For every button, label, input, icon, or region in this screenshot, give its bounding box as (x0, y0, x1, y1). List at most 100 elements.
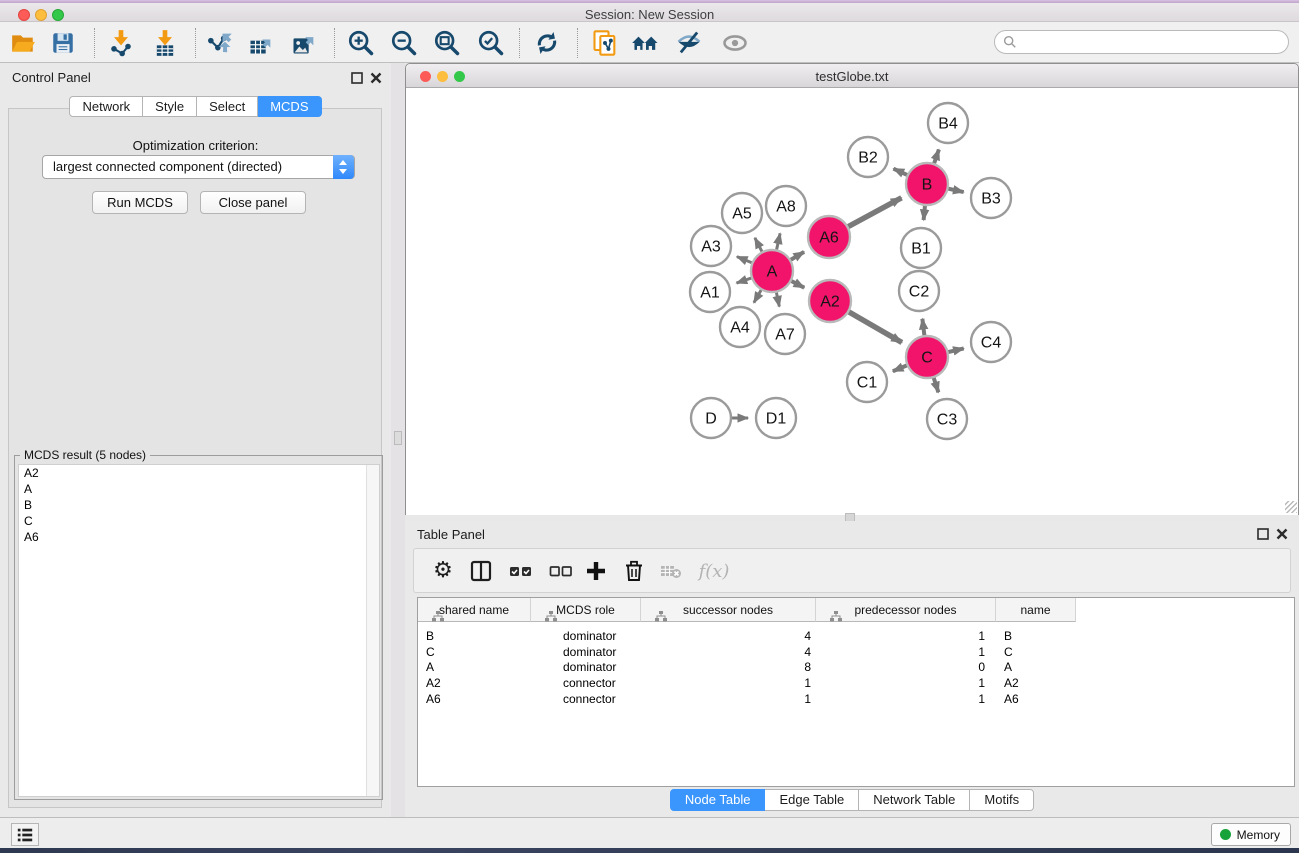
export-image-icon[interactable] (289, 28, 319, 58)
cell-shared-name[interactable]: B (418, 628, 531, 644)
float-panel-icon[interactable] (351, 71, 363, 83)
node-label-B4: B4 (938, 116, 958, 133)
apply-layout-icon[interactable] (532, 28, 562, 58)
column-header-MCDS-role[interactable]: MCDS role (531, 598, 641, 622)
criterion-select[interactable]: largest connected component (directed) (42, 155, 355, 179)
cell-name[interactable]: A6 (996, 691, 1076, 707)
close-table-panel-icon[interactable] (1276, 527, 1288, 539)
tab-node-table[interactable]: Node Table (670, 789, 766, 811)
zoom-selected-icon[interactable] (476, 28, 506, 58)
export-table-icon[interactable] (246, 28, 276, 58)
select-all-icon[interactable] (506, 556, 536, 586)
cell-successor-nodes[interactable]: 4 (641, 628, 816, 644)
result-item[interactable]: A6 (19, 529, 379, 545)
cell-successor-nodes[interactable]: 8 (641, 659, 816, 675)
mcds-result-group: MCDS result (5 nodes) A2ABCA6 (14, 455, 383, 800)
zoom-out-icon[interactable] (389, 28, 419, 58)
result-item[interactable]: A2 (19, 465, 379, 481)
search-field[interactable] (994, 30, 1289, 54)
main-toolbar (0, 22, 1299, 63)
network-canvas[interactable]: B4B2BB3B1C2A5A8A6A3AA1A2A4A7C4CC1C3DD1 (406, 89, 1298, 515)
cell-name[interactable]: B (996, 628, 1076, 644)
float-table-panel-icon[interactable] (1257, 527, 1269, 539)
node-label-D1: D1 (766, 411, 787, 428)
first-neighbors-icon[interactable] (631, 28, 661, 58)
cell-MCDS-role[interactable]: dominator (531, 628, 641, 644)
node-label-A4: A4 (730, 320, 750, 337)
cell-predecessor-nodes[interactable]: 1 (816, 675, 996, 691)
cell-successor-nodes[interactable]: 1 (641, 675, 816, 691)
result-item[interactable]: A (19, 481, 379, 497)
cell-predecessor-nodes[interactable]: 0 (816, 659, 996, 675)
toolbar-separator (519, 28, 520, 58)
export-network-icon[interactable] (204, 28, 234, 58)
cell-predecessor-nodes[interactable]: 1 (816, 628, 996, 644)
tab-motifs[interactable]: Motifs (970, 789, 1034, 811)
result-item[interactable]: C (19, 513, 379, 529)
function-builder-icon[interactable]: f(x) (694, 556, 734, 586)
mcds-result-list[interactable]: A2ABCA6 (18, 464, 380, 797)
column-header-name[interactable]: name (996, 598, 1076, 622)
cell-name[interactable]: A (996, 659, 1076, 675)
cell-shared-name[interactable]: C (418, 644, 531, 660)
cell-MCDS-role[interactable]: connector (531, 691, 641, 707)
search-input[interactable] (1017, 35, 1280, 49)
column-settings-icon[interactable]: ⚙ (428, 556, 458, 586)
result-item[interactable]: B (19, 497, 379, 513)
column-header-predecessor-nodes[interactable]: predecessor nodes (816, 598, 996, 622)
network-window-titlebar[interactable]: testGlobe.txt (406, 64, 1298, 88)
save-session-icon[interactable] (48, 28, 78, 58)
control-panel-title: Control Panel (12, 70, 91, 85)
cell-shared-name[interactable]: A6 (418, 691, 531, 707)
cell-shared-name[interactable]: A (418, 659, 531, 675)
cell-predecessor-nodes[interactable]: 1 (816, 644, 996, 660)
session-title: Session: New Session (0, 7, 1299, 22)
cell-successor-nodes[interactable]: 4 (641, 644, 816, 660)
desktop-edge (0, 848, 1299, 853)
tab-style[interactable]: Style (143, 96, 197, 117)
zoom-fit-icon[interactable] (432, 28, 462, 58)
vertical-splitter[interactable] (391, 63, 405, 817)
tab-select[interactable]: Select (197, 96, 258, 117)
open-session-icon[interactable] (8, 28, 38, 58)
close-panel-button[interactable]: Close panel (200, 191, 306, 214)
hide-selected-icon[interactable] (674, 28, 704, 58)
delete-table-icon[interactable] (656, 556, 686, 586)
control-panel-header: Control Panel (0, 63, 391, 89)
memory-button[interactable]: Memory (1211, 823, 1291, 846)
network-view-window: testGlobe.txt B4B2BB3B1C2A5A8A6A3AA1A2A4… (405, 63, 1299, 515)
cell-successor-nodes[interactable]: 1 (641, 691, 816, 707)
toolbar-separator (94, 28, 95, 58)
show-column-icon[interactable] (466, 556, 496, 586)
zoom-in-icon[interactable] (346, 28, 376, 58)
deselect-all-icon[interactable] (546, 556, 576, 586)
cell-MCDS-role[interactable]: connector (531, 675, 641, 691)
cell-predecessor-nodes[interactable]: 1 (816, 691, 996, 707)
new-network-from-selection-icon[interactable] (590, 28, 620, 58)
window-resize-grip[interactable] (1285, 501, 1297, 513)
cell-MCDS-role[interactable]: dominator (531, 659, 641, 675)
cell-MCDS-role[interactable]: dominator (531, 644, 641, 660)
run-mcds-button[interactable]: Run MCDS (92, 191, 188, 214)
tab-network-table[interactable]: Network Table (859, 789, 970, 811)
import-network-icon[interactable] (106, 28, 136, 58)
tab-mcds[interactable]: MCDS (258, 96, 321, 117)
add-row-icon[interactable] (581, 556, 611, 586)
node-label-A1: A1 (700, 285, 720, 302)
splitter-grip[interactable] (394, 431, 402, 445)
tab-network[interactable]: Network (69, 96, 143, 117)
cell-name[interactable]: C (996, 644, 1076, 660)
column-header-successor-nodes[interactable]: successor nodes (641, 598, 816, 622)
import-table-icon[interactable] (150, 28, 180, 58)
delete-row-icon[interactable] (619, 556, 649, 586)
show-all-icon[interactable] (720, 28, 750, 58)
cell-name[interactable]: A2 (996, 675, 1076, 691)
cell-shared-name[interactable]: A2 (418, 675, 531, 691)
task-history-button[interactable] (11, 823, 39, 846)
tab-edge-table[interactable]: Edge Table (765, 789, 859, 811)
node-table[interactable]: shared nameMCDS rolesuccessor nodesprede… (417, 597, 1295, 787)
close-panel-icon[interactable] (370, 71, 382, 83)
column-header-shared-name[interactable]: shared name (418, 598, 531, 622)
mcds-result-scrollbar[interactable] (366, 465, 379, 796)
memory-label: Memory (1237, 828, 1280, 842)
